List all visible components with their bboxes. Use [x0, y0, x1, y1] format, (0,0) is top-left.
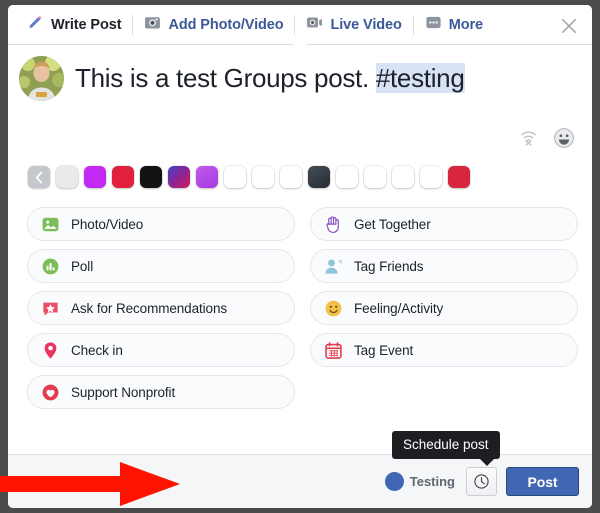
- tab-more[interactable]: More: [414, 5, 494, 44]
- ellipsis-icon: [425, 14, 442, 36]
- option-feeling-activity[interactable]: Feeling/Activity: [310, 291, 578, 325]
- composer-footer: Testing Post: [8, 454, 592, 508]
- feeling-icon: [324, 299, 343, 318]
- background-color-strip: [8, 157, 592, 201]
- video-camera-icon: [306, 14, 323, 36]
- post-text-hashtag: #testing: [375, 63, 465, 93]
- option-get-together-label: Get Together: [354, 216, 431, 232]
- option-tag-event[interactable]: Tag Event: [310, 333, 578, 367]
- emoji-smiley-icon[interactable]: [553, 127, 575, 154]
- create-post-dialog: Write Post Add Photo/Video Live Video Mo…: [8, 5, 592, 508]
- swatch-plain-6[interactable]: [392, 166, 414, 188]
- tab-write-post[interactable]: Write Post: [16, 5, 308, 46]
- swatch-red[interactable]: [112, 166, 134, 188]
- swatch-purple-gradient[interactable]: [196, 166, 218, 188]
- screenshot-root: Write Post Add Photo/Video Live Video Mo…: [0, 0, 600, 513]
- swatch-plain-7[interactable]: [420, 166, 442, 188]
- tag-friends-icon: [324, 257, 343, 276]
- tooltip-label: Schedule post: [403, 437, 489, 452]
- swatch-black[interactable]: [140, 166, 162, 188]
- tab-add-photo-video-label: Add Photo/Video: [168, 16, 284, 33]
- photo-icon: [41, 215, 60, 234]
- composer-body: This is a test Groups post. #testing Pho…: [8, 45, 592, 454]
- audience-label: Testing: [409, 474, 455, 489]
- tab-live-video-label: Live Video: [330, 16, 402, 33]
- swatch-plain-3[interactable]: [280, 166, 302, 188]
- tab-more-label: More: [448, 16, 483, 33]
- swatch-plain-2[interactable]: [252, 166, 274, 188]
- option-ask-recommendations[interactable]: Ask for Recommendations: [27, 291, 295, 325]
- swatch-blue-pink-gradient[interactable]: [168, 166, 190, 188]
- post-text-plain: This is a test Groups post.: [75, 63, 376, 93]
- audience-globe-icon: [384, 472, 404, 491]
- hand-wave-icon: [324, 215, 343, 234]
- option-support-nonprofit-label: Support Nonprofit: [71, 384, 176, 400]
- swatch-crimson[interactable]: [448, 166, 470, 188]
- option-photo-video-label: Photo/Video: [71, 216, 144, 232]
- swatch-plain-4[interactable]: [336, 166, 358, 188]
- option-support-nonprofit[interactable]: Support Nonprofit: [27, 375, 295, 409]
- user-avatar[interactable]: [19, 56, 64, 101]
- camera-icon: [144, 14, 161, 36]
- composer-utility-row: [8, 123, 592, 157]
- option-tag-friends[interactable]: Tag Friends: [310, 249, 578, 283]
- option-check-in-label: Check in: [71, 342, 123, 358]
- audience-selector[interactable]: Testing: [384, 472, 455, 491]
- swatch-dark-slate[interactable]: [308, 166, 330, 188]
- swatch-magenta[interactable]: [84, 166, 106, 188]
- heart-shield-icon: [41, 383, 60, 402]
- location-pin-icon: [41, 341, 60, 360]
- option-check-in[interactable]: Check in: [27, 333, 295, 367]
- option-feeling-activity-label: Feeling/Activity: [354, 300, 444, 316]
- recommendation-icon: [41, 299, 60, 318]
- swatch-plain-1[interactable]: [224, 166, 246, 188]
- schedule-post-button[interactable]: [466, 467, 497, 496]
- close-icon[interactable]: [556, 13, 582, 39]
- option-poll-label: Poll: [71, 258, 94, 274]
- composer-tab-bar: Write Post Add Photo/Video Live Video Mo…: [8, 5, 592, 46]
- option-tag-event-label: Tag Event: [354, 342, 414, 358]
- schedule-post-tooltip: Schedule post: [392, 431, 500, 466]
- option-get-together[interactable]: Get Together: [310, 207, 578, 241]
- post-text[interactable]: This is a test Groups post. #testing: [75, 56, 465, 98]
- option-tag-friends-label: Tag Friends: [354, 258, 424, 274]
- tab-write-post-label: Write Post: [51, 16, 122, 33]
- post-button[interactable]: Post: [506, 467, 579, 496]
- swatch-plain-5[interactable]: [364, 166, 386, 188]
- tab-add-photo-video[interactable]: Add Photo/Video: [133, 5, 294, 44]
- option-ask-recommendations-label: Ask for Recommendations: [71, 300, 228, 316]
- pencil-icon: [27, 14, 44, 36]
- calendar-icon: [324, 341, 343, 360]
- option-poll[interactable]: Poll: [27, 249, 295, 283]
- live-off-icon[interactable]: [519, 128, 538, 152]
- active-tab-caret: [292, 38, 308, 46]
- tab-live-video[interactable]: Live Video: [295, 5, 412, 44]
- compose-row: This is a test Groups post. #testing: [8, 45, 592, 113]
- swatch-white-gray[interactable]: [56, 166, 78, 188]
- poll-bars-icon: [41, 257, 60, 276]
- post-options-grid: Photo/Video Get Together Poll Tag Friend…: [8, 201, 592, 409]
- post-button-label: Post: [527, 473, 558, 490]
- option-photo-video[interactable]: Photo/Video: [27, 207, 295, 241]
- swatch-back-arrow[interactable]: [28, 166, 50, 188]
